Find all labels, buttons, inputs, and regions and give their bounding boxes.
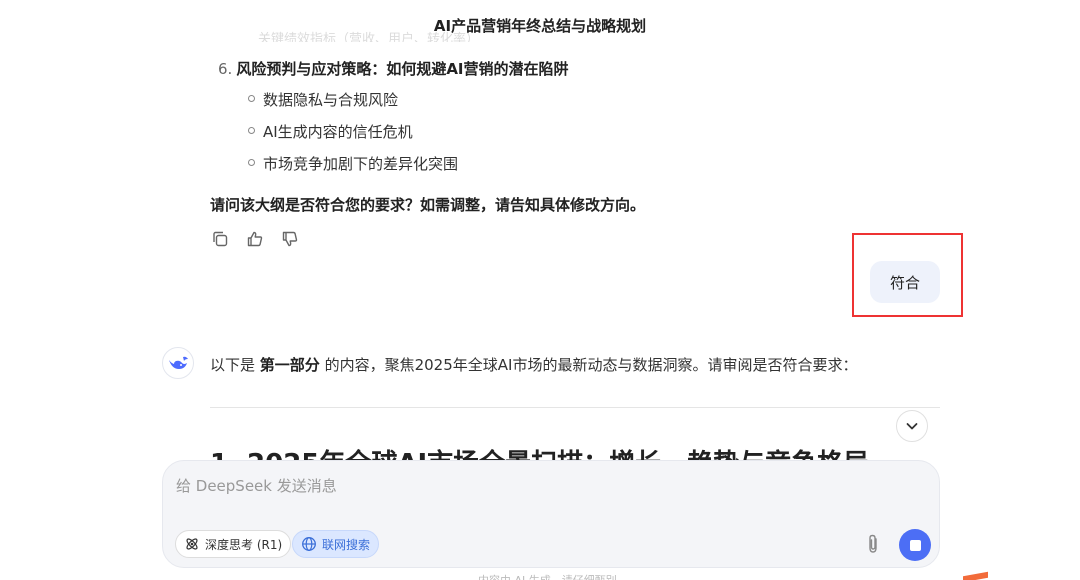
message-input[interactable]: 给 DeepSeek 发送消息	[176, 475, 776, 496]
bullet-icon	[248, 159, 255, 166]
copy-button[interactable]	[210, 229, 230, 249]
bullet-icon	[248, 127, 255, 134]
corner-decoration	[963, 571, 988, 580]
like-button[interactable]	[245, 229, 265, 249]
outline-item-title: 风险预判与应对策略：如何规避AI营销的潜在陷阱	[236, 60, 569, 78]
footer-disclaimer: 内容由 AI 生成，请仔细甄别	[478, 572, 617, 580]
web-search-label: 联网搜索	[322, 537, 371, 552]
thumbs-up-icon	[247, 231, 263, 247]
chevron-down-icon	[906, 423, 918, 430]
faded-outline-line: 关键绩效指标（营收、用户、转化率）	[258, 32, 480, 42]
bullet-icon	[248, 95, 255, 102]
list-item-label: 数据隐私与合规风险	[263, 91, 399, 109]
list-item-label: 市场竞争加剧下的差异化突围	[263, 155, 459, 173]
list-item: 数据隐私与合规风险	[248, 89, 398, 110]
paperclip-icon	[869, 534, 877, 553]
outline-item-6: 6. 风险预判与应对策略：如何规避AI营销的潜在陷阱	[218, 58, 569, 79]
list-item: AI生成内容的信任危机	[248, 121, 413, 142]
message-actions	[210, 229, 300, 249]
section-divider	[210, 407, 940, 408]
stop-icon	[909, 539, 921, 551]
ai-reply-text: 以下是 第一部分 的内容，聚焦2025年全球AI市场的最新动态与数据洞察。请审阅…	[210, 354, 857, 375]
web-search-toggle[interactable]: 联网搜索	[292, 530, 380, 558]
stop-generation-button[interactable]	[899, 529, 931, 561]
thumbs-down-icon	[282, 231, 298, 247]
ai-reply-suffix: 的内容，聚焦2025年全球AI市场的最新动态与数据洞察。请审阅是否符合要求：	[324, 356, 858, 374]
attach-button[interactable]	[862, 531, 884, 557]
highlight-annotation-box	[852, 233, 963, 317]
whale-logo-icon	[169, 356, 188, 369]
globe-icon	[302, 537, 316, 551]
deep-think-toggle[interactable]: 深度思考 (R1)	[175, 530, 292, 558]
confirmation-question: 请问该大纲是否符合您的要求？如需调整，请告知具体修改方向。	[210, 196, 646, 214]
outline-item-number: 6.	[218, 60, 233, 78]
scroll-down-button[interactable]	[896, 410, 928, 442]
ai-reply-bold: 第一部分	[259, 356, 320, 374]
ai-reply-prefix: 以下是	[210, 356, 256, 374]
copy-icon	[213, 231, 228, 247]
deepseek-avatar	[162, 347, 194, 379]
deep-think-label: 深度思考 (R1)	[205, 537, 283, 552]
dislike-button[interactable]	[280, 229, 300, 249]
list-item-label: AI生成内容的信任危机	[263, 123, 413, 141]
list-item: 市场竞争加剧下的差异化突围	[248, 153, 458, 174]
atom-icon	[186, 538, 198, 550]
